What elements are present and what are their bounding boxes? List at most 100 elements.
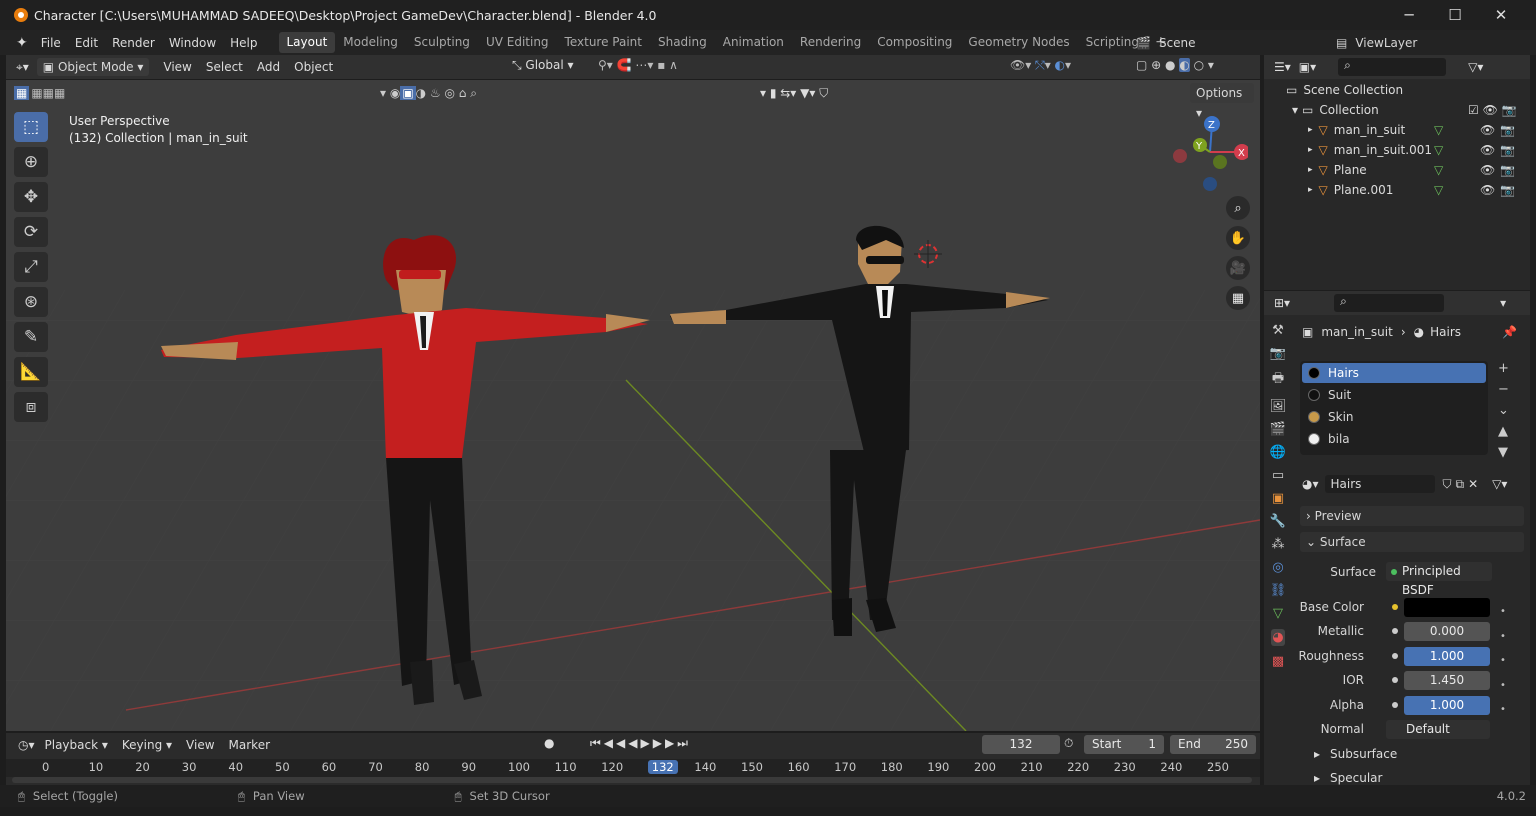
menu-keying[interactable]: Keying ▾ [122, 738, 172, 752]
tool-tab-icon[interactable]: ⚒ [1272, 323, 1284, 338]
keyframe-dots[interactable]: • • • • • [1500, 600, 1506, 723]
mode-dropdown[interactable]: ▣ Object Mode ▾ [36, 58, 150, 76]
filter-icon[interactable]: ▽▾ [1468, 60, 1483, 74]
viewlayer-selector[interactable]: ▤ ViewLayer [1336, 34, 1417, 52]
specular-panel[interactable]: ▸ Specular [1314, 771, 1382, 785]
properties-search-input[interactable]: ⌕ [1334, 294, 1445, 312]
annotate-tool-icon[interactable]: ✎ [14, 322, 48, 352]
current-frame-marker[interactable]: 132 [647, 760, 678, 774]
minimize-button[interactable]: ─ [1386, 0, 1432, 30]
outliner-search-input[interactable]: ⌕ [1338, 58, 1447, 76]
tab-compositing[interactable]: Compositing [869, 32, 960, 53]
playback-controls[interactable]: ⏮◀◀◀▶▶▶⏭ [590, 736, 691, 751]
render-camera-icon[interactable]: 📷 [1500, 183, 1515, 197]
surface-shader-field[interactable]: Principled BSDF [1386, 562, 1492, 597]
scene-selector[interactable]: 🎬 Scene [1136, 34, 1196, 52]
menu-timeline-view[interactable]: View [186, 738, 214, 752]
stopwatch-icon[interactable]: ⏱ [1064, 736, 1073, 751]
object-tab-icon[interactable]: ▣ [1272, 491, 1284, 506]
move-down-icon[interactable]: ▼ [1498, 445, 1509, 460]
material-slot[interactable]: Hairs [1302, 363, 1486, 383]
menu-playback[interactable]: Playback ▾ [45, 738, 108, 752]
base-color-swatch[interactable] [1404, 598, 1490, 617]
end-frame-field[interactable]: End 250 [1170, 735, 1256, 754]
normal-field[interactable]: Default [1386, 720, 1490, 739]
measure-tool-icon[interactable]: 📐 [14, 357, 48, 387]
slot-menu-icon[interactable]: ⌄ [1498, 403, 1509, 418]
filter-icons[interactable]: ▾ ▮ ⇆▾ ▼▾ ⛉ [760, 84, 828, 102]
material-browse-icon[interactable]: ◕▾ [1302, 477, 1319, 491]
visibility-icon[interactable]: 👁 [1480, 163, 1495, 177]
metallic-field[interactable]: 0.000 [1404, 622, 1490, 641]
rotate-tool-icon[interactable]: ⟳ [14, 217, 48, 247]
visibility-icon[interactable]: 👁 [1480, 123, 1495, 137]
frame-ruler[interactable]: 0 10 20 30 40 50 60 70 80 90 100 110 120 132 140 150 160… [6, 759, 1260, 777]
orientation-dropdown[interactable]: ⤡ Global ▾ [512, 58, 574, 73]
render-tab-icon[interactable]: 📷 [1270, 346, 1286, 361]
outliner-collection[interactable]: ▾ ▭ Collection ☑ 👁 📷 [1292, 103, 1528, 117]
visibility-icon[interactable]: 👁 [1480, 143, 1495, 157]
timeline-editor-icon[interactable]: ◷▾ [18, 738, 35, 752]
menu-view[interactable]: View [163, 60, 191, 74]
output-tab-icon[interactable]: 🖶 [1272, 369, 1284, 391]
visibility-icon[interactable]: 👁 [1480, 183, 1495, 197]
options-dropdown[interactable]: Options ▾ [1190, 83, 1254, 120]
outliner-object-row[interactable]: ▸ ▽ Plane ▽ 👁 📷 [1308, 163, 1528, 177]
editor-type-icon[interactable]: ⌖▾ [16, 60, 29, 75]
transform-tool-icon[interactable]: ⊛ [14, 287, 48, 317]
zoom-icon[interactable]: ⌕ [1226, 196, 1250, 220]
camera-view-icon[interactable]: 🎥 [1226, 256, 1250, 280]
ortho-grid-icon[interactable]: ▦ [1226, 286, 1250, 310]
outliner-type-icon[interactable]: ☰▾ [1274, 60, 1291, 74]
view-layer-tab-icon[interactable]: 🖼 [1270, 399, 1287, 414]
viewport-visibility-icons[interactable]: ▾ ◉ ▣ ◑ ♨ ◎ ⌂ ⌕ [380, 84, 477, 102]
material-slot[interactable]: bila [1302, 429, 1486, 449]
particles-tab-icon[interactable]: ⁂ [1272, 537, 1285, 552]
outliner-object-row[interactable]: ▸ ▽ man_in_suit ▽ 👁 📷 [1308, 123, 1528, 137]
menu-marker[interactable]: Marker [229, 738, 270, 752]
pin-icon[interactable]: 📌 [1502, 325, 1517, 339]
surface-panel-header[interactable]: ⌄ Surface [1300, 532, 1524, 552]
pan-hand-icon[interactable]: ✋ [1226, 226, 1250, 250]
material-slot[interactable]: Skin [1302, 407, 1486, 427]
roughness-field[interactable]: 1.000 [1404, 647, 1490, 666]
material-name-field[interactable]: Hairs [1324, 475, 1435, 493]
menu-edit[interactable]: Edit [68, 36, 105, 50]
add-cube-tool-icon[interactable]: ⧈ [14, 392, 48, 422]
ior-field[interactable]: 1.450 [1404, 671, 1490, 690]
pivot-snap-icons[interactable]: ⚲▾ 🧲 ⋯▾ ▪ ∧ [598, 58, 678, 72]
add-slot-icon[interactable]: + [1498, 361, 1509, 376]
material-slot[interactable]: Suit [1302, 385, 1486, 405]
outliner-scene-collection[interactable]: ▭ Scene Collection [1286, 83, 1403, 97]
properties-options-icon[interactable]: ▾ [1500, 296, 1506, 310]
remove-slot-icon[interactable]: − [1498, 382, 1509, 397]
scene-tab-icon[interactable]: 🎬 [1270, 422, 1286, 437]
texture-tab-icon[interactable]: ▩ [1272, 654, 1284, 669]
tab-layout[interactable]: Layout [278, 32, 336, 53]
current-frame-field[interactable]: 132 [982, 735, 1060, 754]
menu-help[interactable]: Help [223, 36, 264, 50]
constraints-tab-icon[interactable]: ⛓ [1270, 583, 1287, 598]
outliner-object-row[interactable]: ▸ ▽ man_in_suit.001 ▽ 👁 📷 [1308, 143, 1528, 157]
duplicate-material-icon[interactable]: ⧉ [1456, 477, 1465, 492]
menu-select[interactable]: Select [206, 60, 243, 74]
tab-animation[interactable]: Animation [715, 32, 792, 53]
collection-tab-icon[interactable]: ▭ [1272, 468, 1284, 483]
move-tool-icon[interactable]: ✥ [14, 182, 48, 212]
shading-mode-icons[interactable]: ▢ ⊕ ● ◐ ○ ▾ [1136, 58, 1214, 72]
collection-checkbox-icon[interactable]: ☑ 👁 📷 [1468, 103, 1517, 117]
viewport-overlay-icons[interactable]: 👁▾ ⤲▾ ◐▾ [1010, 58, 1071, 73]
scale-tool-icon[interactable]: ⤢ [14, 252, 48, 282]
close-button[interactable]: ✕ [1478, 0, 1524, 30]
start-frame-field[interactable]: Start 1 [1084, 735, 1164, 754]
data-tab-icon[interactable]: ▽ [1273, 606, 1283, 621]
maximize-button[interactable]: ☐ [1432, 0, 1478, 30]
tab-geometry-nodes[interactable]: Geometry Nodes [960, 32, 1077, 53]
unlink-material-icon[interactable]: ✕ [1468, 477, 1478, 491]
tab-rendering[interactable]: Rendering [792, 32, 869, 53]
alpha-field[interactable]: 1.000 [1404, 696, 1490, 715]
navigation-gizmo[interactable]: Z X Y [1166, 112, 1250, 194]
tab-shading[interactable]: Shading [650, 32, 715, 53]
modifier-tab-icon[interactable]: 🔧 [1270, 514, 1286, 529]
render-camera-icon[interactable]: 📷 [1500, 123, 1515, 137]
